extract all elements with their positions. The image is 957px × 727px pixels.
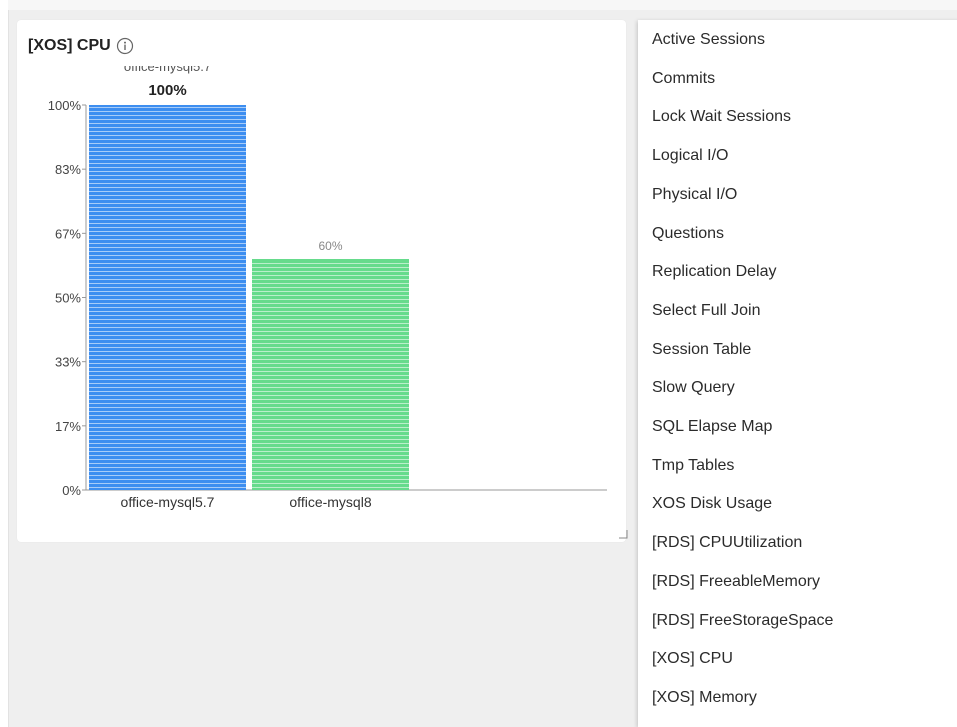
top-strip <box>8 0 957 10</box>
cpu-bar-chart: 0% 17% 33% 50% 67% 83% 100% office-mysql5.7 100… <box>48 57 607 510</box>
menu-item[interactable]: Physical I/O <box>638 176 957 214</box>
bar-0[interactable] <box>89 105 246 490</box>
menu-item[interactable]: [RDS] FreeStorageSpace <box>638 602 957 640</box>
y-tick-label: 33% <box>55 355 81 370</box>
y-tick-label: 0% <box>62 483 81 498</box>
x-category-label: office-mysql8 <box>289 494 371 510</box>
menu-item[interactable]: SQL Elapse Map <box>638 408 957 446</box>
x-category-label: office-mysql5.7 <box>121 494 215 510</box>
y-tick-label: 100% <box>48 98 82 113</box>
menu-item[interactable]: XOS Disk Usage <box>638 485 957 523</box>
menu-item[interactable]: Tmp Tables <box>638 447 957 485</box>
menu-item[interactable]: Logical I/O <box>638 137 957 175</box>
y-tick-label: 67% <box>55 226 81 241</box>
bar-value-label: 100% <box>148 82 186 99</box>
menu-item[interactable]: Session Table <box>638 331 957 369</box>
label-clip-mask <box>107 57 228 66</box>
bar-top-edge <box>252 259 409 261</box>
menu-item[interactable]: Replication Delay <box>638 253 957 291</box>
y-tick-label: 83% <box>55 162 81 177</box>
bar-value-label: 60% <box>318 239 342 253</box>
menu-item[interactable]: [RDS] CPUUtilization <box>638 524 957 562</box>
menu-item[interactable]: [RDS] FreeableMemory <box>638 563 957 601</box>
left-rail <box>0 0 9 727</box>
bar-1[interactable] <box>252 259 409 490</box>
y-tick-label: 50% <box>55 291 81 306</box>
bar-top-edge <box>89 105 246 107</box>
menu-item[interactable]: Select Full Join <box>638 292 957 330</box>
menu-item[interactable]: Lock Wait Sessions <box>638 98 957 136</box>
menu-item[interactable]: Questions <box>638 215 957 253</box>
menu-item[interactable]: Slow Query <box>638 369 957 407</box>
metric-dropdown-menu: Active Sessions Commits Lock Wait Sessions… <box>638 20 957 727</box>
menu-item[interactable]: Commits <box>638 60 957 98</box>
menu-item[interactable]: Active Sessions <box>638 21 957 59</box>
menu-item[interactable]: [XOS] Memory <box>638 679 957 717</box>
y-tick-label: 17% <box>55 419 81 434</box>
menu-item[interactable]: [XOS] CPU <box>638 640 957 678</box>
